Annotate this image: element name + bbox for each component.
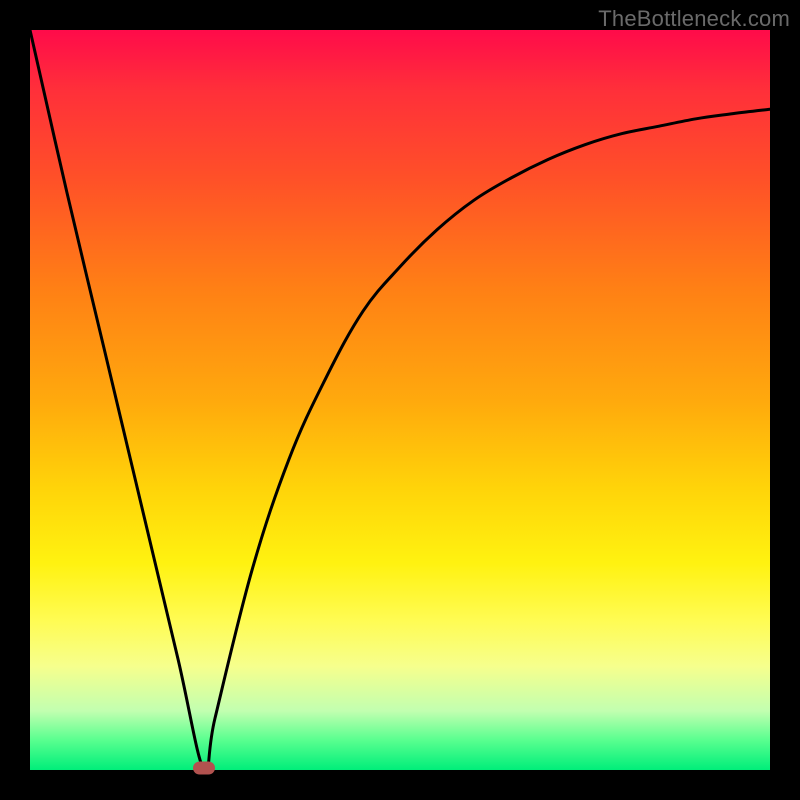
bottleneck-curve [30, 30, 770, 770]
optimum-marker [193, 762, 215, 775]
watermark-text: TheBottleneck.com [598, 6, 790, 32]
plot-area [30, 30, 770, 770]
chart-frame: TheBottleneck.com [0, 0, 800, 800]
